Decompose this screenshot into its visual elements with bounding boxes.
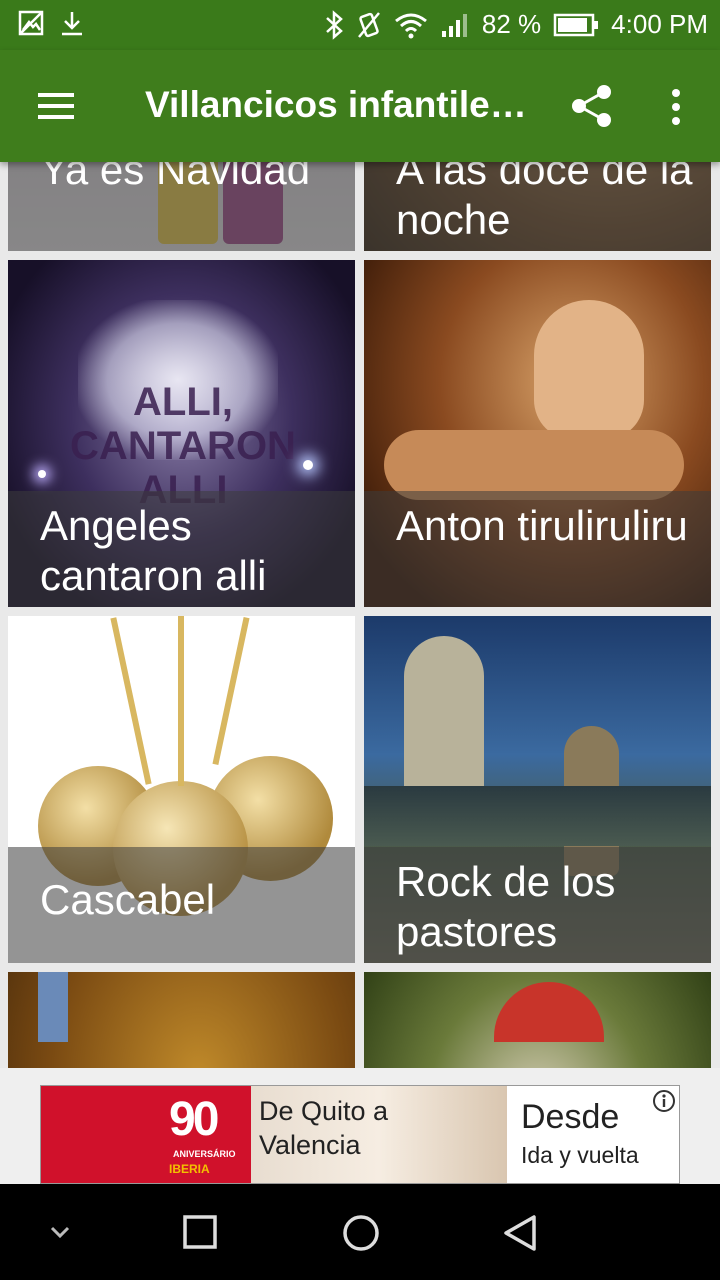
- song-tile[interactable]: Rock de los pastores: [364, 616, 711, 963]
- song-tile[interactable]: Ya es Navidad: [8, 162, 355, 251]
- song-tile[interactable]: ALLI, CANTARON ALLI Angeles cantaron all…: [8, 260, 355, 607]
- ad-photo-panel: De Quito a Valencia: [251, 1086, 507, 1183]
- status-bar: 82 % 4:00 PM: [0, 0, 720, 50]
- ad-price-label: Desde: [521, 1098, 620, 1136]
- song-title: Angeles cantaron alli: [8, 491, 355, 607]
- more-vert-icon[interactable]: [660, 84, 692, 130]
- ad-banner[interactable]: 90 ANIVERSÁRIO IBERIA De Quito a Valenci…: [40, 1085, 680, 1184]
- battery-percent: 82 %: [481, 9, 542, 39]
- bluetooth-icon: [326, 9, 343, 40]
- ad-logo-number: 90: [169, 1093, 219, 1146]
- song-title: Ya es Navidad: [8, 162, 355, 251]
- system-nav-bar: [0, 1184, 720, 1280]
- wifi-icon: [394, 13, 427, 38]
- info-icon[interactable]: [651, 1088, 677, 1114]
- image-icon: [18, 10, 44, 36]
- song-title: Anton tiruliruliru: [364, 491, 711, 607]
- clock: 4:00 PM: [611, 9, 708, 39]
- share-icon[interactable]: [570, 83, 614, 129]
- song-title: Cascabel: [8, 847, 355, 963]
- song-tile[interactable]: [8, 972, 355, 1068]
- back-triangle-icon[interactable]: [500, 1212, 542, 1254]
- song-tile[interactable]: A las doce de la noche: [364, 162, 711, 251]
- chevron-down-icon[interactable]: [44, 1218, 76, 1246]
- battery-icon: [553, 13, 599, 36]
- download-icon: [62, 12, 82, 36]
- hamburger-menu-icon[interactable]: [30, 86, 82, 126]
- ad-route-text: De Quito a Valencia: [259, 1096, 389, 1160]
- ad-logo-brand: IBERIA: [169, 1162, 210, 1176]
- ad-area: 90 ANIVERSÁRIO IBERIA De Quito a Valenci…: [0, 1068, 720, 1184]
- home-circle-icon[interactable]: [340, 1212, 382, 1254]
- song-title: Rock de los pastores: [364, 847, 711, 963]
- ad-fare-type: Ida y vuelta: [521, 1142, 639, 1168]
- page-title: Villancicos infantile…: [145, 84, 527, 125]
- song-title: A las doce de la noche: [364, 162, 711, 251]
- song-thumbnail: [364, 972, 711, 1068]
- recents-square-icon[interactable]: [180, 1212, 220, 1252]
- signal-icon: [441, 13, 467, 37]
- ad-logo-subtitle: ANIVERSÁRIO: [173, 1149, 236, 1159]
- song-tile[interactable]: Anton tiruliruliru: [364, 260, 711, 607]
- app-bar: Villancicos infantile…: [0, 50, 720, 162]
- song-tile[interactable]: [364, 972, 711, 1068]
- songs-grid: Ya es Navidad A las doce de la noche ALL…: [0, 162, 720, 1068]
- vibrate-icon: [357, 11, 380, 38]
- song-tile[interactable]: Cascabel: [8, 616, 355, 963]
- song-thumbnail: [8, 972, 355, 1068]
- ad-brand-panel: 90 ANIVERSÁRIO IBERIA: [41, 1086, 251, 1183]
